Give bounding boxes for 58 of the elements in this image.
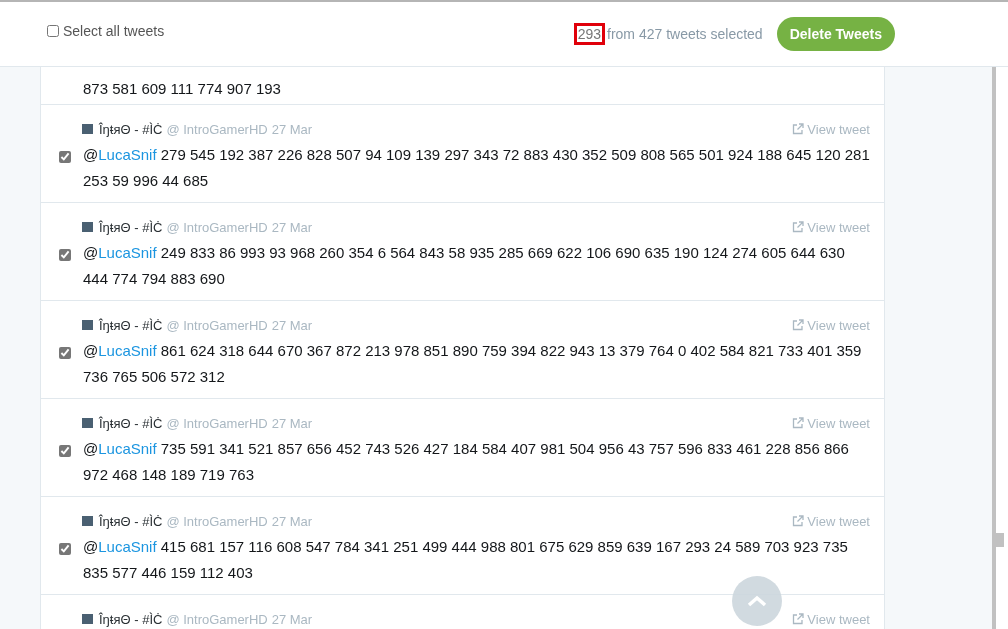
tweet-text: @LucaSnif 861 624 318 644 670 367 872 213 978 851 890 759 394 822 943 13 379 764 0 402 584 821 733 401 359 736 765 506 572 312	[83, 341, 863, 387]
author-name: ÎŋŧяΘ - #ÌĊ	[99, 121, 163, 137]
author-name: ÎŋŧяΘ - #ÌĊ	[99, 219, 163, 235]
mention-link[interactable]: LucaSnif	[98, 342, 157, 359]
mention-link[interactable]: LucaSnif	[98, 440, 157, 457]
tweet-date: 27 Mar	[271, 317, 313, 333]
external-link-icon	[792, 319, 805, 331]
view-tweet-link[interactable]: View tweet	[792, 611, 870, 627]
delete-button[interactable]: Delete Tweets	[776, 17, 895, 51]
tweet-date: 27 Mar	[271, 513, 313, 529]
tweet-date: 27 Mar	[271, 121, 313, 137]
selected-count: 293	[573, 23, 605, 45]
tweet-checkbox[interactable]	[59, 445, 71, 457]
author-handle: @ IntroGamerHD	[166, 317, 268, 333]
tweet-text: @LucaSnif 735 591 341 521 857 656 452 743 526 427 184 584 407 981 504 956 43 757 596 833 461 228 856 866 972 468 148 189 719 763	[83, 439, 850, 485]
external-link-icon	[792, 221, 805, 233]
tweet-text: @LucaSnif 415 681 157 116 608 547 784 341 251 499 444 988 801 675 629 859 639 167 293 24 589 703 923 735 835 577 446 159 112 403	[83, 537, 849, 583]
author-handle: @ IntroGamerHD	[166, 415, 268, 431]
view-tweet-link[interactable]: View tweet	[792, 219, 870, 235]
author-handle: @ IntroGamerHD	[166, 611, 268, 627]
view-tweet-link[interactable]: View tweet	[792, 513, 870, 529]
external-link-icon	[792, 515, 805, 527]
tweet-checkbox[interactable]	[59, 543, 71, 555]
mention-link[interactable]: LucaSnif	[98, 538, 157, 555]
avatar	[82, 614, 93, 624]
avatar	[82, 320, 93, 330]
tweet-text: 873 581 609 111 774 907 193	[83, 79, 281, 99]
view-tweet-link[interactable]: View tweet	[792, 415, 870, 431]
tweet-checkbox[interactable]	[59, 151, 71, 163]
author-name: ÎŋŧяΘ - #ÌĊ	[99, 611, 163, 627]
chevron-up-icon	[747, 595, 767, 607]
avatar	[82, 516, 93, 526]
author-handle: @ IntroGamerHD	[166, 513, 268, 529]
avatar	[82, 124, 93, 134]
mention-link[interactable]: LucaSnif	[98, 146, 157, 163]
view-tweet-link[interactable]: View tweet	[792, 317, 870, 333]
tweet-date: 27 Mar	[271, 219, 313, 235]
author-name: ÎŋŧяΘ - #ÌĊ	[99, 317, 163, 333]
view-tweet-link[interactable]: View tweet	[792, 121, 870, 137]
author-handle: @ IntroGamerHD	[166, 121, 268, 137]
select-all-checkbox[interactable]	[47, 25, 59, 37]
selected-text: from 427 tweets selected	[607, 26, 763, 42]
tweet-date: 27 Mar	[271, 611, 313, 627]
tweet-checkbox[interactable]	[59, 249, 71, 261]
mention-link[interactable]: LucaSnif	[98, 244, 157, 261]
select-all-label: Select all tweets	[63, 23, 165, 39]
avatar	[82, 222, 93, 232]
external-link-icon	[792, 613, 805, 625]
author-name: ÎŋŧяΘ - #ÌĊ	[99, 513, 163, 529]
tweet-text: @LucaSnif 249 833 86 993 93 968 260 354 6 564 843 58 935 285 669 622 106 690 635 190 124 274 605 644 630 444 774 794 883 690	[83, 243, 846, 289]
avatar	[82, 418, 93, 428]
tweet-text: @LucaSnif 279 545 192 387 226 828 507 94 109 139 297 343 72 883 430 352 509 808 565 501 924 188 645 120 281 253 59 996 44 685	[83, 145, 870, 191]
tweet-checkbox[interactable]	[59, 347, 71, 359]
external-link-icon	[792, 123, 805, 135]
tweet-date: 27 Mar	[271, 415, 313, 431]
external-link-icon	[792, 417, 805, 429]
author-handle: @ IntroGamerHD	[166, 219, 268, 235]
author-name: ÎŋŧяΘ - #ÌĊ	[99, 415, 163, 431]
